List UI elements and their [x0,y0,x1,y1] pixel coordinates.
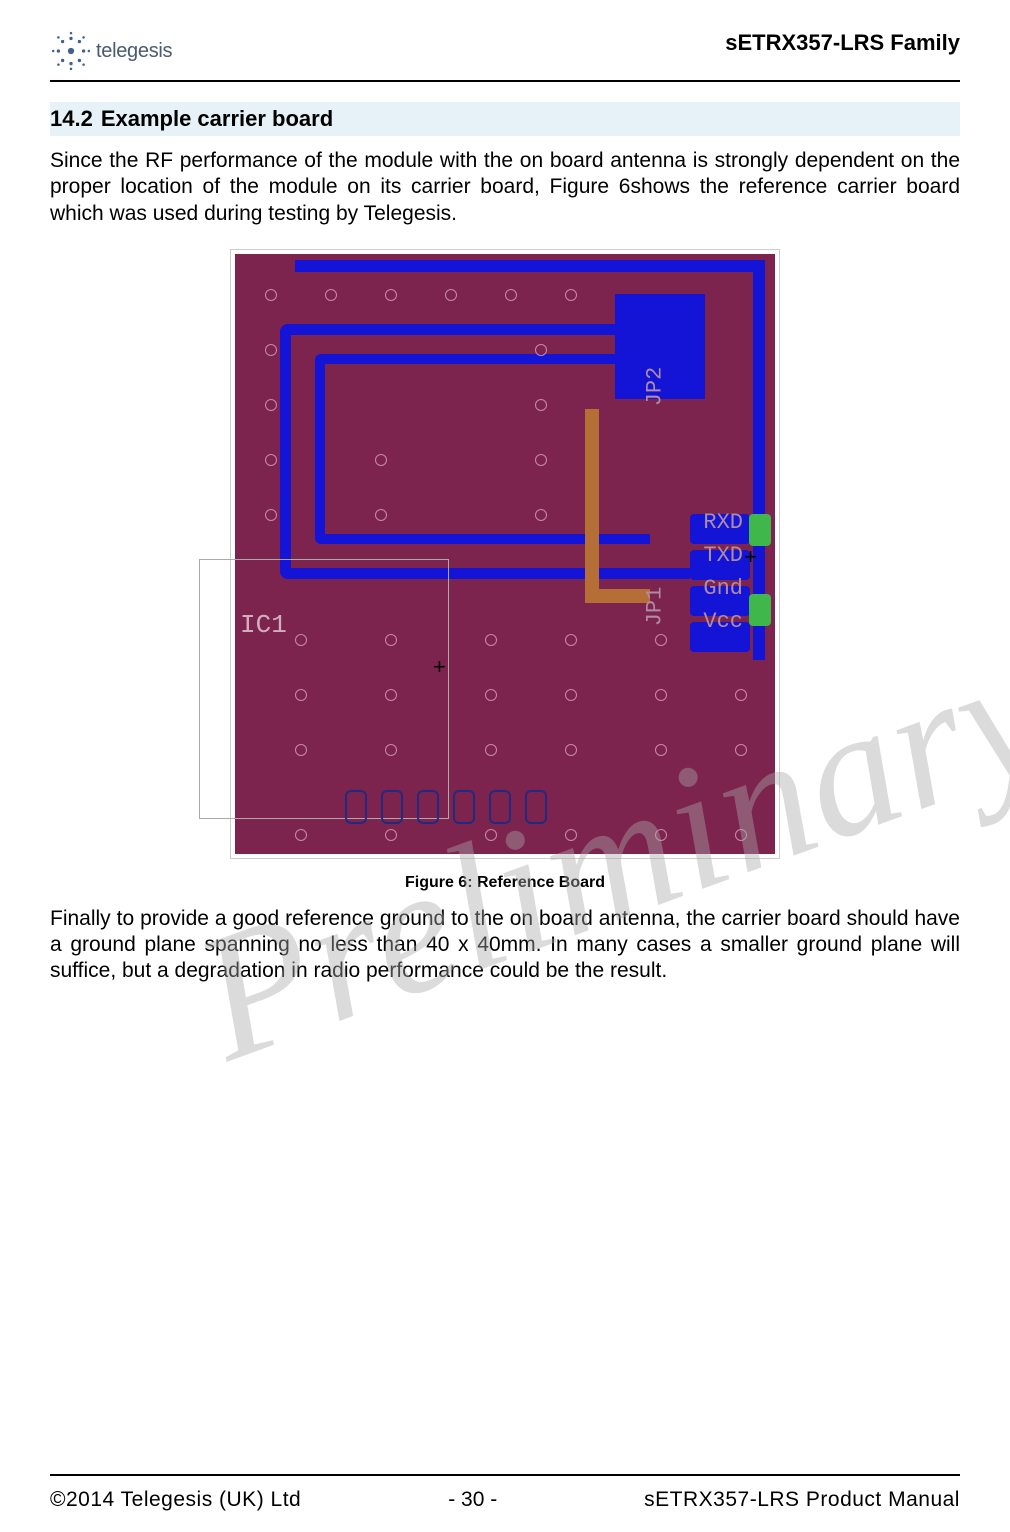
logo-swirl-icon [50,30,92,72]
page-footer: ©2014 Telegesis (UK) Ltd - 30 - sETRX357… [50,1474,960,1512]
footer-manual-title: sETRX357-LRS Product Manual [644,1488,960,1512]
section-number: 14.2 [50,106,93,131]
figure-caption: Figure 6: Reference Board [50,874,960,892]
jp1-label: JP1 [643,586,668,626]
page-header: telegesis sETRX357-LRS Family [50,30,960,82]
figure-reference-board: IC1 JP2 JP1 RXD TXD Gnd Vcc + + [50,249,960,892]
pin-txd: TXD [703,539,743,572]
logo-text: telegesis [96,40,172,63]
jp2-label: JP2 [643,366,668,406]
cross-mark-icon: + [744,544,757,570]
product-family-title: sETRX357-LRS Family [725,30,960,56]
pcb-image: IC1 JP2 JP1 RXD TXD Gnd Vcc + + [230,249,780,859]
pin-gnd: Gnd [703,572,743,605]
pin-labels: RXD TXD Gnd Vcc [703,506,743,638]
logo: telegesis [50,30,172,72]
section-heading: 14.2 Example carrier board [50,102,960,136]
pin-rxd: RXD [703,506,743,539]
ic-label: IC1 [240,610,287,640]
footer-page-number: - 30 - [448,1488,497,1512]
cross-mark-icon: + [433,654,446,680]
section-title: Example carrier board [101,106,333,131]
paragraph-2: Finally to provide a good reference grou… [50,906,960,985]
paragraph-1: Since the RF performance of the module w… [50,148,960,227]
footer-copyright: ©2014 Telegesis (UK) Ltd [50,1488,301,1512]
pin-vcc: Vcc [703,605,743,638]
